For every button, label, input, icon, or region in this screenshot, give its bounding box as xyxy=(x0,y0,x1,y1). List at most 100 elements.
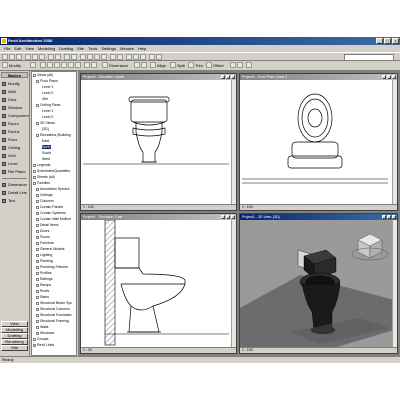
menu-file[interactable]: File xyxy=(4,45,10,52)
browser-item[interactable]: Ceiling Plans xyxy=(36,103,60,107)
move-icon[interactable] xyxy=(47,62,53,68)
design-grid[interactable]: Grid xyxy=(1,152,29,160)
view-scale[interactable]: 1 : 100 xyxy=(242,205,253,210)
view-elevation-east[interactable]: Project1 - Elevation: East 1: 20 xyxy=(80,213,237,354)
browser-item[interactable]: Stairs xyxy=(36,295,49,299)
browser-item[interactable]: Level 1 xyxy=(42,85,53,89)
view-scale[interactable]: 1 : 20 xyxy=(83,348,92,353)
dimension-icon[interactable] xyxy=(102,62,108,68)
browser-item[interactable]: Views (all) xyxy=(33,73,53,77)
hide-icon[interactable] xyxy=(117,54,123,60)
measure-icon[interactable] xyxy=(64,54,70,60)
browser-item[interactable]: Level 2 xyxy=(42,115,53,119)
redo-icon[interactable] xyxy=(55,54,61,60)
view-close-button[interactable] xyxy=(231,75,235,79)
dimension-button[interactable]: Dimension xyxy=(109,62,128,69)
view-scrollbar[interactable] xyxy=(231,80,236,204)
design-ref-plane[interactable]: Ref Plane xyxy=(1,168,29,176)
expand-box-icon[interactable] xyxy=(36,241,39,245)
design-ceiling[interactable]: Ceiling xyxy=(1,144,29,152)
expand-box-icon[interactable] xyxy=(33,175,36,179)
design-room[interactable]: Room xyxy=(1,120,29,128)
view-minimize-button[interactable] xyxy=(382,215,386,219)
expand-box-icon[interactable] xyxy=(36,325,39,329)
design-dimension[interactable]: Dimension xyxy=(1,181,29,189)
browser-item[interactable]: Roofs xyxy=(36,289,49,293)
rotate-icon[interactable] xyxy=(54,62,60,68)
3d-view-icon[interactable] xyxy=(87,54,93,60)
expand-box-icon[interactable] xyxy=(36,307,39,311)
worksets-icon[interactable] xyxy=(149,54,155,60)
expand-box-icon[interactable] xyxy=(36,295,39,299)
browser-item[interactable]: Revit Links xyxy=(33,343,54,347)
offset-button[interactable]: Offset xyxy=(213,62,224,69)
browser-item[interactable]: Schedules/Quantities xyxy=(33,169,70,173)
maximize-button[interactable]: □ xyxy=(384,38,391,44)
menu-site[interactable]: Site xyxy=(77,45,84,52)
browser-item[interactable]: Level 2 xyxy=(42,91,53,95)
modify-arrow-icon[interactable] xyxy=(2,62,8,68)
align-icon[interactable] xyxy=(150,62,156,68)
minimize-button[interactable]: _ xyxy=(376,38,383,44)
view-maximize-button[interactable] xyxy=(226,215,230,219)
pin-icon[interactable] xyxy=(134,62,140,68)
expand-box-icon[interactable] xyxy=(33,163,36,167)
design-component[interactable]: Component xyxy=(1,112,29,120)
ungroup-icon[interactable] xyxy=(91,62,97,68)
zoom-icon[interactable] xyxy=(80,54,86,60)
design-window[interactable]: Window xyxy=(1,104,29,112)
expand-box-icon[interactable] xyxy=(36,301,39,305)
browser-item[interactable]: Curtain Systems xyxy=(36,211,66,215)
expand-box-icon[interactable] xyxy=(36,313,39,317)
select-icon[interactable] xyxy=(30,62,36,68)
open-icon[interactable] xyxy=(9,54,15,60)
expand-box-icon[interactable] xyxy=(36,265,39,269)
undo-icon[interactable] xyxy=(48,54,54,60)
expand-box-icon[interactable] xyxy=(36,199,39,203)
cut-icon[interactable] xyxy=(25,54,31,60)
view-scrollbar[interactable] xyxy=(392,80,397,204)
browser-item[interactable]: North xyxy=(42,145,51,149)
browser-item[interactable]: Detail Items xyxy=(36,223,58,227)
browser-item[interactable]: East xyxy=(42,139,49,143)
paste-icon[interactable] xyxy=(39,54,45,60)
view-3d[interactable]: Project1 - 3D View: {3D} 1: 100 xyxy=(239,213,398,354)
browser-item[interactable]: Walls xyxy=(36,325,48,329)
shadow-icon[interactable] xyxy=(140,54,146,60)
browser-item[interactable]: Structural Beam Sys xyxy=(36,301,72,305)
new-icon[interactable] xyxy=(2,54,8,60)
design-roof[interactable]: Roof ▸ xyxy=(1,128,29,136)
browser-item[interactable]: Columns xyxy=(36,199,54,203)
expand-box-icon[interactable] xyxy=(36,247,39,251)
design-floor[interactable]: Floor xyxy=(1,136,29,144)
expand-box-icon[interactable] xyxy=(36,253,39,257)
browser-item[interactable]: Legends xyxy=(33,163,50,167)
unpin-icon[interactable] xyxy=(141,62,147,68)
expand-box-icon[interactable] xyxy=(36,319,39,323)
menu-settings[interactable]: Settings xyxy=(101,45,115,52)
tab-site[interactable]: Site xyxy=(1,345,28,351)
expand-box-icon[interactable] xyxy=(36,103,39,107)
demolish-icon[interactable] xyxy=(246,62,252,68)
modify-button[interactable]: Modify xyxy=(9,62,21,69)
view-scrollbar[interactable] xyxy=(231,220,236,347)
offset-icon[interactable] xyxy=(206,62,212,68)
menu-help[interactable]: Help xyxy=(138,45,146,52)
expand-box-icon[interactable] xyxy=(36,283,39,287)
browser-item[interactable]: Windows xyxy=(36,331,54,335)
browser-item[interactable]: Site xyxy=(42,97,48,101)
view-minimize-button[interactable] xyxy=(221,75,225,79)
group-icon[interactable] xyxy=(84,62,90,68)
browser-item[interactable]: Structural Foundatio xyxy=(36,313,72,317)
expand-box-icon[interactable] xyxy=(33,73,36,77)
workset-combo[interactable] xyxy=(344,54,394,61)
design-bar-header[interactable]: Basics xyxy=(1,72,28,78)
expand-box-icon[interactable] xyxy=(36,277,39,281)
menu-edit[interactable]: Edit xyxy=(14,45,21,52)
browser-item[interactable]: Floor Plans xyxy=(36,79,58,83)
browser-item[interactable]: Level 1 xyxy=(42,109,53,113)
view-maximize-button[interactable] xyxy=(226,75,230,79)
expand-box-icon[interactable] xyxy=(33,181,36,185)
expand-box-icon[interactable] xyxy=(36,259,39,263)
section-icon[interactable] xyxy=(94,54,100,60)
